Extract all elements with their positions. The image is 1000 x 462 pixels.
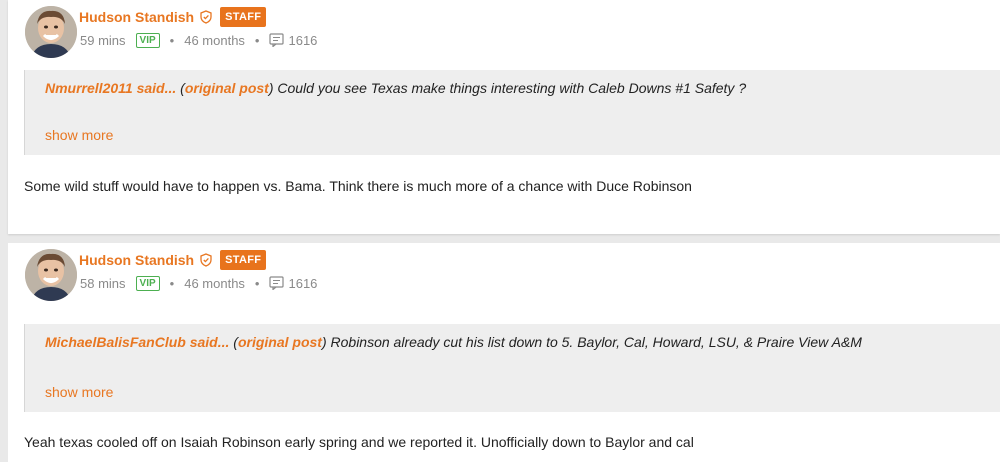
quote-paren: ( [176, 80, 185, 96]
author-name[interactable]: Hudson Standish [79, 252, 194, 268]
vip-badge: VIP [135, 275, 160, 291]
show-more-link[interactable]: show more [45, 127, 113, 143]
post-body: Yeah texas cooled off on Isaiah Robinson… [24, 434, 694, 450]
quote-block: MichaelBalisFanClub said... (original po… [24, 324, 1000, 412]
separator: • [169, 32, 175, 48]
quote-block: Nmurrell2011 said... (original post) Cou… [24, 70, 1000, 155]
post-time[interactable]: 59 mins [80, 33, 126, 48]
post-meta: 58 mins VIP • 46 months • 1616 [80, 274, 317, 292]
post-time[interactable]: 58 mins [80, 276, 126, 291]
quoted-user[interactable]: MichaelBalisFanClub said... [45, 334, 229, 350]
forum-post: Hudson Standish STAFF 58 mins VIP • 46 m… [8, 243, 1000, 462]
avatar[interactable] [25, 6, 77, 58]
author-row: Hudson Standish STAFF [79, 7, 267, 27]
post-count: 1616 [288, 32, 318, 48]
post-body: Some wild stuff would have to happen vs.… [24, 178, 692, 194]
post-meta: 59 mins VIP • 46 months • 1616 [80, 31, 317, 49]
quote-paren: ( [229, 334, 238, 350]
staff-badge: STAFF [220, 250, 267, 270]
post-count: 1616 [288, 275, 318, 291]
avatar[interactable] [25, 249, 77, 301]
separator: • [169, 275, 175, 291]
message-icon [269, 33, 285, 47]
quote-text: Nmurrell2011 said... (original post) Cou… [45, 80, 746, 96]
quoted-user[interactable]: Nmurrell2011 said... [45, 80, 176, 96]
member-tenure: 46 months [184, 32, 245, 48]
original-post-link[interactable]: original post [238, 334, 322, 350]
shield-icon [200, 10, 212, 24]
quote-content: ) Robinson already cut his list down to … [321, 334, 862, 350]
author-row: Hudson Standish STAFF [79, 250, 267, 270]
member-tenure: 46 months [184, 275, 245, 291]
message-icon [269, 276, 285, 290]
shield-icon [200, 253, 212, 267]
show-more-link[interactable]: show more [45, 384, 113, 400]
quote-text: MichaelBalisFanClub said... (original po… [45, 334, 862, 350]
staff-badge: STAFF [220, 7, 267, 27]
separator: • [254, 275, 260, 291]
author-name[interactable]: Hudson Standish [79, 9, 194, 25]
original-post-link[interactable]: original post [185, 80, 269, 96]
vip-badge: VIP [135, 32, 160, 48]
separator: • [254, 32, 260, 48]
quote-content: ) Could you see Texas make things intere… [268, 80, 747, 96]
forum-post: Hudson Standish STAFF 59 mins VIP • 46 m… [8, 0, 1000, 234]
